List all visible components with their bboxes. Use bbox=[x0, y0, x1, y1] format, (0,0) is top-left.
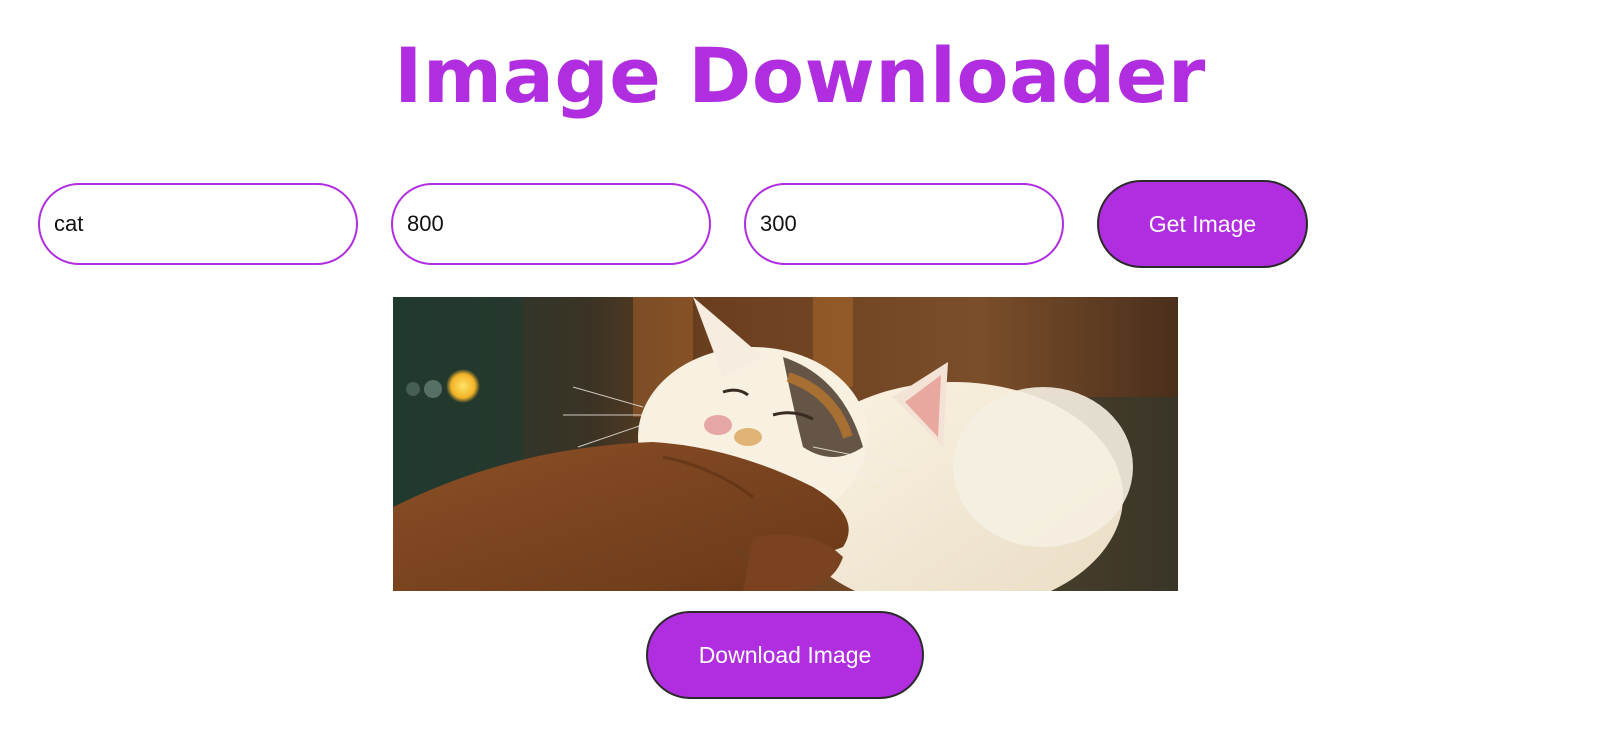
download-image-button[interactable]: Download Image bbox=[646, 611, 924, 699]
result-image bbox=[393, 297, 1178, 591]
get-image-button[interactable]: Get Image bbox=[1097, 180, 1308, 268]
search-input[interactable] bbox=[38, 183, 358, 265]
height-input[interactable] bbox=[744, 183, 1064, 265]
width-input[interactable] bbox=[391, 183, 711, 265]
page-title: Image Downloader bbox=[394, 31, 1206, 120]
